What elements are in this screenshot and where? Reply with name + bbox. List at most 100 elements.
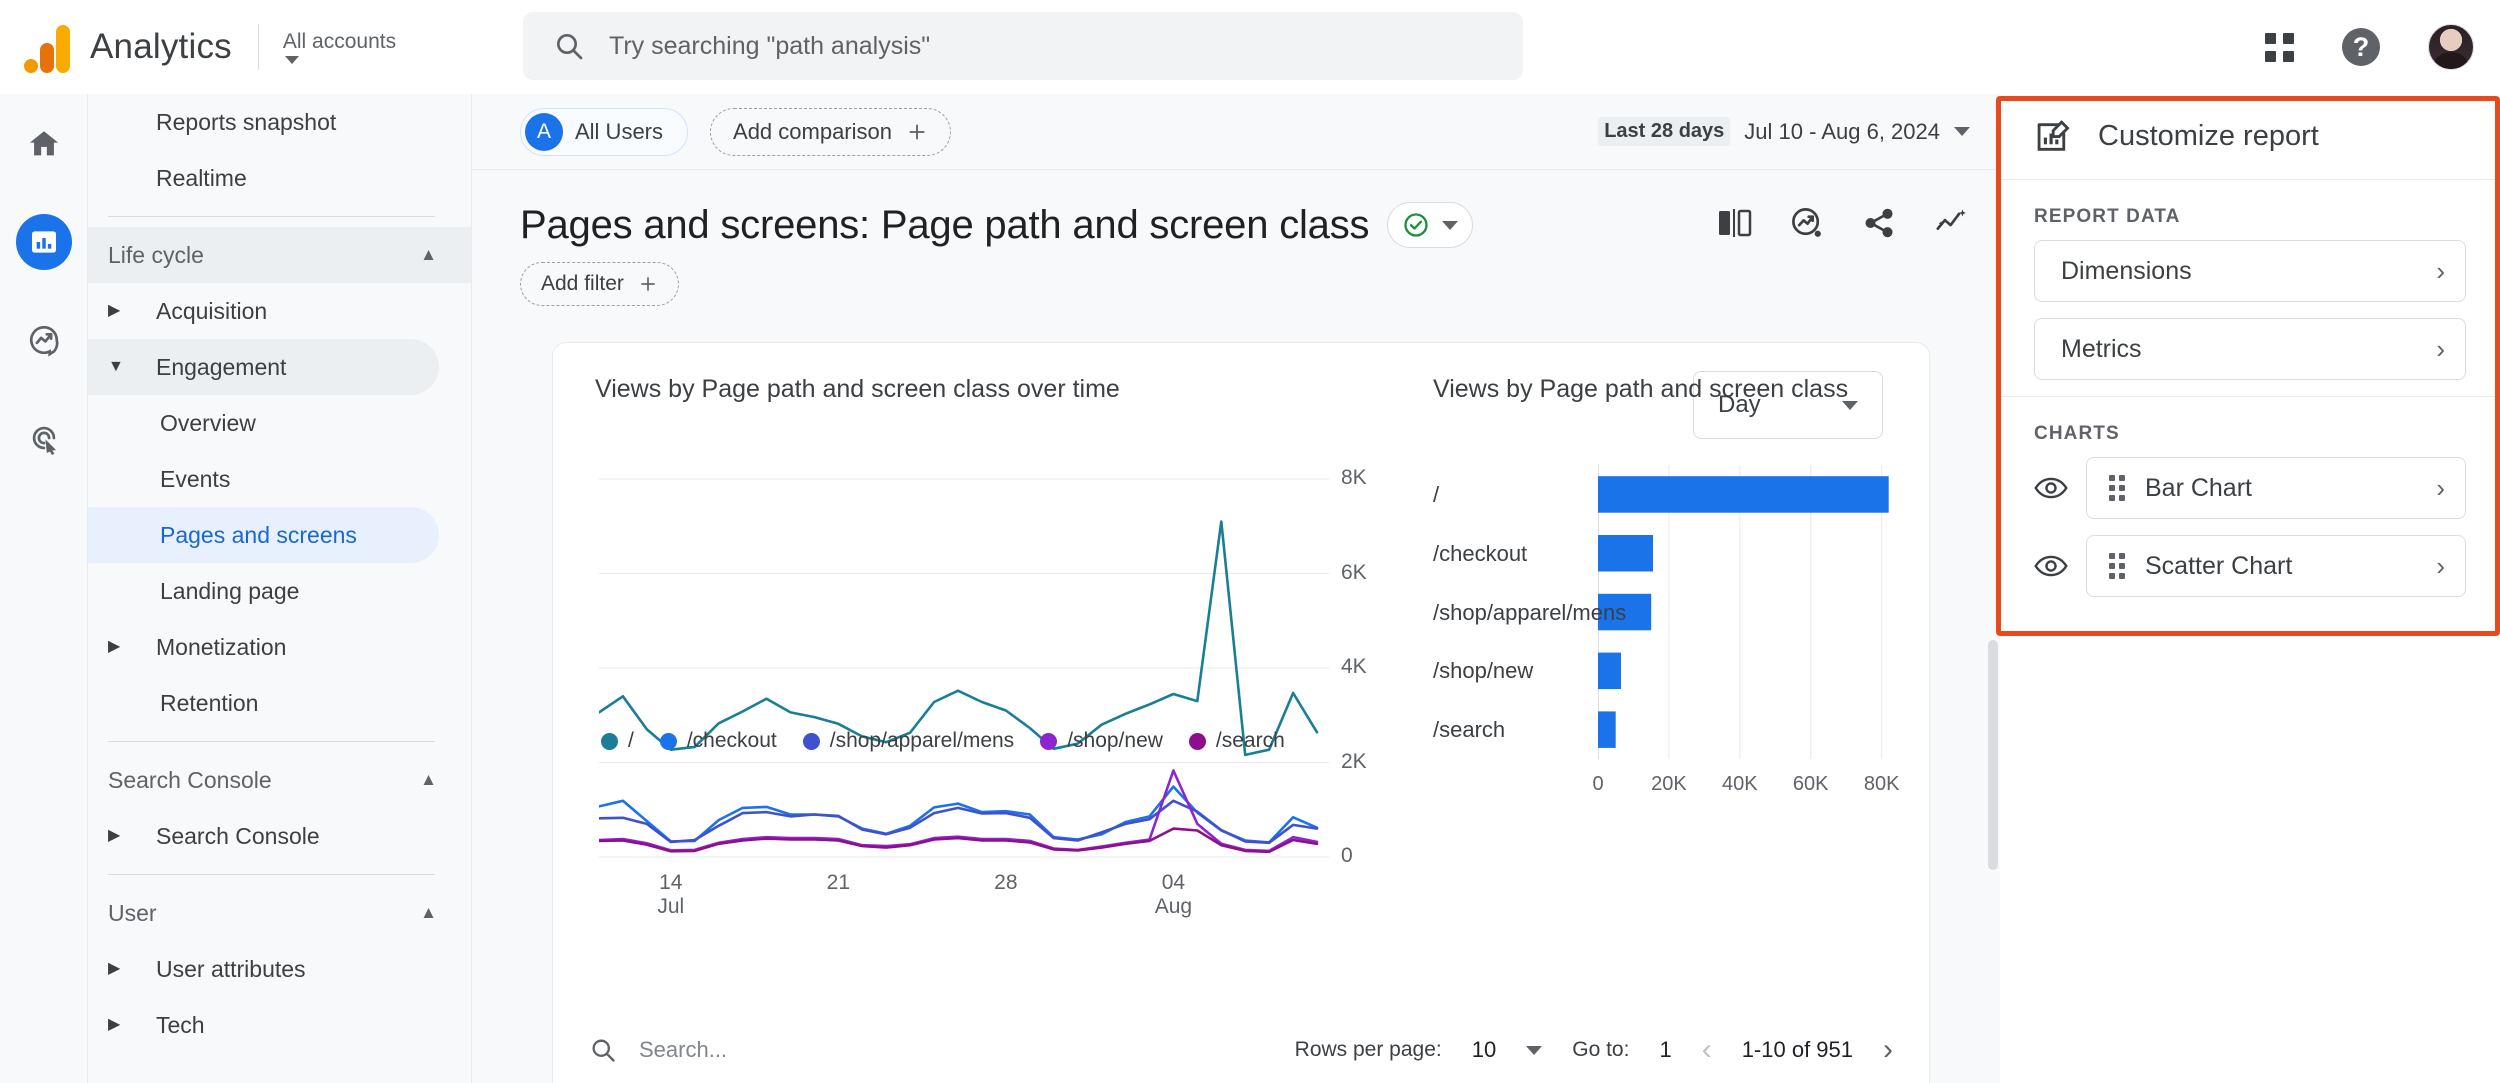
legend-swatch [601,733,618,750]
sidebar-item-reports-snapshot[interactable]: Reports snapshot [88,94,439,150]
legend-item[interactable]: /shop/new [1040,729,1163,753]
sidebar-item-acquisition[interactable]: ▶ Acquisition [88,283,439,339]
sidebar-item-label: Engagement [156,354,286,381]
help-icon[interactable]: ? [2342,28,2380,66]
drag-handle-icon[interactable] [2109,475,2125,501]
panel-row-dimensions[interactable]: Dimensions› [2034,240,2466,302]
avatar[interactable] [2428,24,2474,70]
date-range-picker[interactable]: Last 28 days Jul 10 - Aug 6, 2024 [1598,117,1970,146]
x-tick-month: Aug [1133,895,1213,919]
reports-icon[interactable] [16,214,72,270]
legend-item[interactable]: / [601,729,634,753]
customize-report-title: Customize report [2098,120,2319,153]
apps-grid-icon[interactable] [2265,33,2294,62]
chart-row-scatter-chart[interactable]: Scatter Chart› [2086,535,2466,597]
drag-handle-icon[interactable] [2109,553,2125,579]
check-circle-icon [1402,211,1430,239]
previous-page-icon[interactable]: ‹ [1702,1035,1712,1065]
eye-icon[interactable] [2034,554,2068,578]
explore-icon[interactable] [16,312,72,368]
segment-chip-all-users[interactable]: A All Users [520,108,688,156]
compare-icon[interactable] [1718,207,1752,239]
sidebar-item-label: Retention [160,690,258,717]
header-divider [258,24,259,70]
trend-icon[interactable] [1934,206,1970,240]
insights-icon[interactable] [1790,206,1824,240]
chevron-down-icon [285,56,299,64]
chevron-right-icon: ▶ [108,303,124,319]
table-toolbar: Search... Rows per page: 10 Go to: 1 ‹ 1… [552,1018,1930,1082]
sidebar-item-pages-and-screens[interactable]: Pages and screens [88,507,439,563]
panel-chart-row: Bar Chart› [2000,457,2500,535]
chevron-down-icon[interactable] [1526,1046,1542,1055]
panel-row-metrics[interactable]: Metrics› [2034,318,2466,380]
chevron-right-icon: ▶ [108,828,124,844]
sidebar-item-label: Events [160,466,230,493]
legend-swatch [1189,733,1206,750]
data-quality-badge[interactable] [1387,202,1473,248]
sidebar-item-tech[interactable]: ▶Tech [88,997,439,1053]
line-chart-plot [599,465,1359,895]
sidebar-item-realtime[interactable]: Realtime [88,150,439,206]
page-header: Pages and screens: Page path and screen … [472,170,2000,248]
table-search-icon[interactable] [589,1036,617,1064]
legend-label: /checkout [687,729,777,753]
sidebar-section-life-cycle[interactable]: Life cycle▲ [88,227,471,283]
legend-item[interactable]: /search [1189,729,1285,753]
chevron-down-icon: ▼ [108,359,124,375]
sidebar-item-search-console[interactable]: ▶Search Console [88,808,439,864]
line-chart-x-tick: 14Jul [631,871,711,919]
sidebar-item-landing-page[interactable]: Landing page [88,563,439,619]
sidebar-item-overview[interactable]: Overview [88,395,439,451]
bar-chart-category-label: /shop/new [1433,658,1588,683]
chevron-up-icon: ▲ [420,245,437,265]
chevron-right-icon: › [2436,473,2445,504]
add-comparison-button[interactable]: Add comparison [710,108,951,156]
table-search-input[interactable]: Search... [639,1037,727,1063]
next-page-icon[interactable]: › [1883,1035,1893,1065]
sidebar-section-user[interactable]: User▲ [88,885,471,941]
line-chart-x-tick: 21 [798,871,878,895]
go-to-input[interactable]: 1 [1659,1037,1671,1063]
chevron-up-icon: ▲ [420,770,437,790]
sidebar-divider [108,216,435,217]
add-filter-button[interactable]: Add filter [520,262,679,306]
bar-chart-title: Views by Page path and screen class [1433,375,1848,404]
x-tick-day: 28 [966,871,1046,895]
chevron-right-icon: ▶ [108,1017,124,1033]
chevron-down-icon [1954,127,1970,136]
sidebar-item-retention[interactable]: Retention [88,675,439,731]
line-chart-title: Views by Page path and screen class over… [595,375,1120,404]
rows-per-page-select[interactable]: 10 [1472,1037,1496,1063]
legend-item[interactable]: /checkout [660,729,777,753]
advertising-icon[interactable] [16,410,72,466]
chart-row-label: Scatter Chart [2145,552,2292,581]
bar-chart-category-label: /search [1433,717,1588,742]
top-app-bar: Analytics All accounts Try searching "pa… [0,0,2500,94]
sidebar-nav: Reports snapshot Realtime Life cycle▲ ▶ Acqu… [88,94,472,1083]
report-data-section-label: REPORT DATA [2000,180,2500,240]
segment-chip-label: All Users [575,119,663,145]
panel-chart-row: Scatter Chart› [2000,535,2500,613]
sidebar-section-label: User [108,900,157,927]
page-title: Pages and screens: Page path and screen … [520,203,1369,248]
page-scrollbar[interactable] [1988,640,1998,870]
global-search-input[interactable]: Try searching "path analysis" [523,12,1523,80]
legend-label: /shop/apparel/mens [830,729,1014,753]
chevron-right-icon: › [2436,256,2445,287]
sidebar-item-monetization[interactable]: ▶Monetization [88,619,439,675]
sidebar-item-label: Acquisition [156,298,267,325]
sidebar-item-events[interactable]: Events [88,451,439,507]
sidebar-section-search-console[interactable]: Search Console▲ [88,752,471,808]
share-icon[interactable] [1862,206,1896,240]
legend-item[interactable]: /shop/apparel/mens [803,729,1014,753]
sidebar-item-user-attributes[interactable]: ▶User attributes [88,941,439,997]
eye-icon[interactable] [2034,476,2068,500]
customize-report-panel: Customize report REPORT DATA Dimensions›… [2000,94,2500,1083]
chart-row-bar-chart[interactable]: Bar Chart› [2086,457,2466,519]
account-selector[interactable]: All accounts [283,30,396,64]
sidebar-item-engagement[interactable]: ▼ Engagement [88,339,439,395]
home-icon[interactable] [16,116,72,172]
pagination-controls: Rows per page: 10 Go to: 1 ‹ 1-10 of 951… [1295,1035,1893,1065]
sidebar-item-label: Realtime [156,165,247,192]
